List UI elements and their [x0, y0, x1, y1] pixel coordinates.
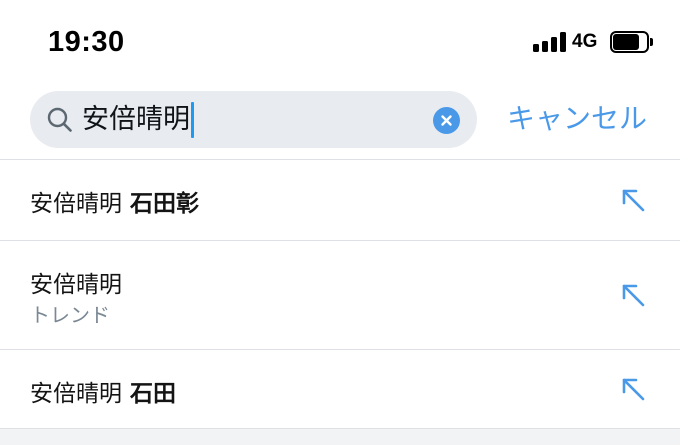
search-input[interactable]: 安倍晴明: [82, 102, 194, 138]
suggestion-title: 安倍晴明: [30, 272, 122, 298]
suggestion-prefix: 安倍晴明: [30, 381, 122, 407]
search-icon: [47, 107, 72, 132]
clear-icon[interactable]: [433, 107, 460, 134]
battery-icon: [610, 31, 653, 53]
list-footer-divider: [0, 428, 680, 445]
arrow-up-left-icon[interactable]: [619, 186, 647, 214]
search-screen: 19:30 4G 安倍晴明 キャンセル 安倍晴明 石田彰 安倍晴明 トレンド 安…: [0, 0, 680, 445]
suggestion-item[interactable]: 安倍晴明 石田彰: [0, 159, 680, 240]
signal-icon: [533, 32, 567, 52]
cancel-button[interactable]: キャンセル: [507, 100, 647, 138]
battery-level-fill: [613, 34, 639, 50]
suggestion-list: 安倍晴明 石田彰 安倍晴明 トレンド 安倍晴明 石田: [0, 159, 680, 429]
suggestion-item[interactable]: 安倍晴明 石田: [0, 349, 680, 429]
network-type: 4G: [572, 31, 598, 52]
search-input-value: 安倍晴明: [82, 104, 190, 135]
status-time: 19:30: [48, 26, 125, 58]
search-bar[interactable]: 安倍晴明: [30, 91, 477, 148]
suggestion-completion: 石田: [130, 381, 176, 407]
text-cursor: [191, 102, 194, 138]
suggestion-prefix: 安倍晴明: [30, 191, 122, 217]
suggestion-subtitle: トレンド: [30, 303, 110, 327]
suggestion-item[interactable]: 安倍晴明 トレンド: [0, 240, 680, 349]
suggestion-completion: 石田彰: [130, 191, 199, 217]
suggestion-text: 安倍晴明 石田彰: [30, 184, 199, 218]
status-bar: 19:30 4G: [0, 0, 680, 84]
arrow-up-left-icon[interactable]: [619, 281, 647, 309]
arrow-up-left-icon[interactable]: [619, 375, 647, 403]
suggestion-text: 安倍晴明 石田: [30, 374, 176, 408]
